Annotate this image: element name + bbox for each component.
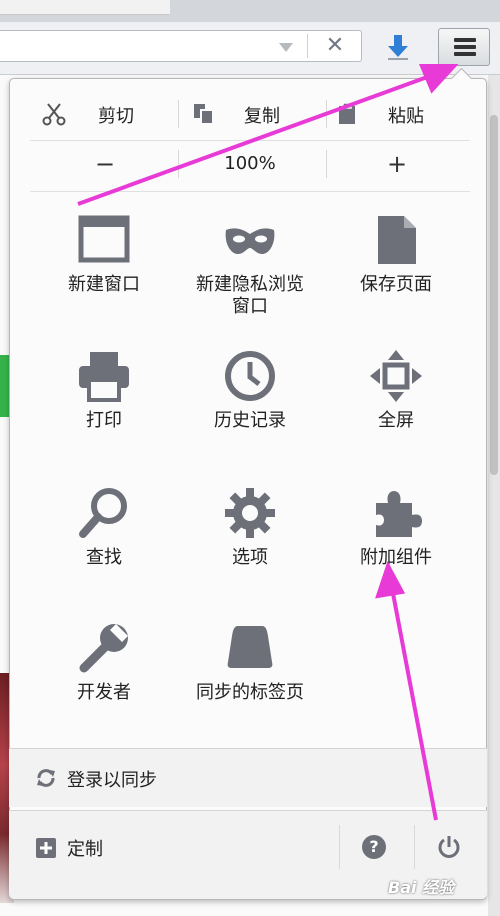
sync-icon <box>37 769 55 787</box>
open-menu-button[interactable] <box>438 28 490 66</box>
customize-button[interactable]: 定制 <box>9 811 339 881</box>
print-button[interactable]: 打印 <box>34 348 174 432</box>
edit-controls-row: 剪切 复制 粘贴 <box>20 92 470 136</box>
history-label: 历史记录 <box>214 410 286 431</box>
cut-button[interactable]: 剪切 <box>20 92 170 136</box>
save-page-button[interactable]: 保存页面 <box>326 212 466 296</box>
zoom-controls-row: − 100% + <box>20 144 470 184</box>
gear-icon <box>225 488 275 538</box>
zoom-out-button[interactable]: − <box>80 144 130 184</box>
cut-label: 剪切 <box>98 106 134 127</box>
help-icon: ? <box>362 835 386 859</box>
private-mask-icon <box>225 228 275 254</box>
wrench-icon <box>79 624 128 673</box>
new-window-label: 新建窗口 <box>68 274 140 295</box>
new-window-button[interactable]: 新建窗口 <box>34 212 174 296</box>
synced-tabs-button[interactable]: 同步的标签页 <box>180 620 320 704</box>
url-clear-icon[interactable]: ✕ <box>322 33 348 59</box>
puzzle-icon <box>376 491 422 537</box>
addons-label: 附加组件 <box>360 547 432 568</box>
page-scrollbar[interactable] <box>488 75 500 916</box>
sign-in-sync-row[interactable]: 登录以同步 <box>9 748 487 807</box>
history-button[interactable]: 历史记录 <box>180 348 320 432</box>
synced-tabs-label: 同步的标签页 <box>196 682 304 703</box>
copy-label: 复制 <box>244 106 280 127</box>
customize-plus-icon <box>36 838 56 858</box>
find-label: 查找 <box>86 547 122 568</box>
developer-button[interactable]: 开发者 <box>34 620 174 704</box>
customize-label: 定制 <box>67 839 103 860</box>
help-button[interactable]: ? <box>354 831 394 867</box>
paste-label: 粘贴 <box>388 106 424 127</box>
scrollbar-thumb[interactable] <box>490 115 498 475</box>
tab-strip <box>0 0 500 22</box>
magnifier-icon <box>79 488 127 538</box>
printer-icon <box>79 352 129 402</box>
divider <box>30 191 470 192</box>
developer-label: 开发者 <box>77 682 131 703</box>
footer-separator <box>414 825 415 869</box>
new-window-icon <box>78 215 130 263</box>
print-label: 打印 <box>86 410 122 431</box>
hamburger-icon <box>454 38 476 42</box>
copy-icon <box>194 104 214 125</box>
save-page-icon <box>378 216 416 264</box>
fullscreen-icon <box>370 350 422 402</box>
options-button[interactable]: 选项 <box>180 485 320 569</box>
fullscreen-label: 全屏 <box>378 410 414 431</box>
copy-button[interactable]: 复制 <box>180 92 330 136</box>
divider <box>30 140 470 141</box>
new-private-window-button[interactable]: 新建隐私浏览 窗口 <box>180 212 320 318</box>
save-page-label: 保存页面 <box>360 274 432 295</box>
zoom-in-button[interactable]: + <box>372 144 422 184</box>
options-label: 选项 <box>232 547 268 568</box>
tab-edge[interactable] <box>0 0 170 15</box>
download-arrow-icon[interactable] <box>382 32 414 62</box>
clipboard-icon <box>339 102 355 124</box>
edit-separator <box>178 100 179 128</box>
url-separator <box>307 34 308 58</box>
footer-separator <box>339 825 340 869</box>
watermark: Bai 经验 <box>388 878 455 897</box>
history-clock-icon <box>225 351 275 401</box>
sign-in-sync-label: 登录以同步 <box>67 770 157 791</box>
new-private-window-label: 新建隐私浏览 窗口 <box>196 274 304 317</box>
zoom-level[interactable]: 100% <box>190 144 310 184</box>
synced-tabs-icon <box>227 626 273 668</box>
addons-button[interactable]: 附加组件 <box>326 485 466 569</box>
edit-separator <box>326 100 327 128</box>
scissors-icon <box>42 103 66 126</box>
zoom-separator <box>326 150 327 178</box>
find-button[interactable]: 查找 <box>34 485 174 569</box>
fullscreen-button[interactable]: 全屏 <box>326 348 466 432</box>
url-history-dropdown-icon[interactable] <box>276 37 296 57</box>
quit-button[interactable] <box>429 831 469 867</box>
power-icon <box>438 836 460 858</box>
zoom-separator <box>178 150 179 178</box>
paste-button[interactable]: 粘贴 <box>330 92 470 136</box>
